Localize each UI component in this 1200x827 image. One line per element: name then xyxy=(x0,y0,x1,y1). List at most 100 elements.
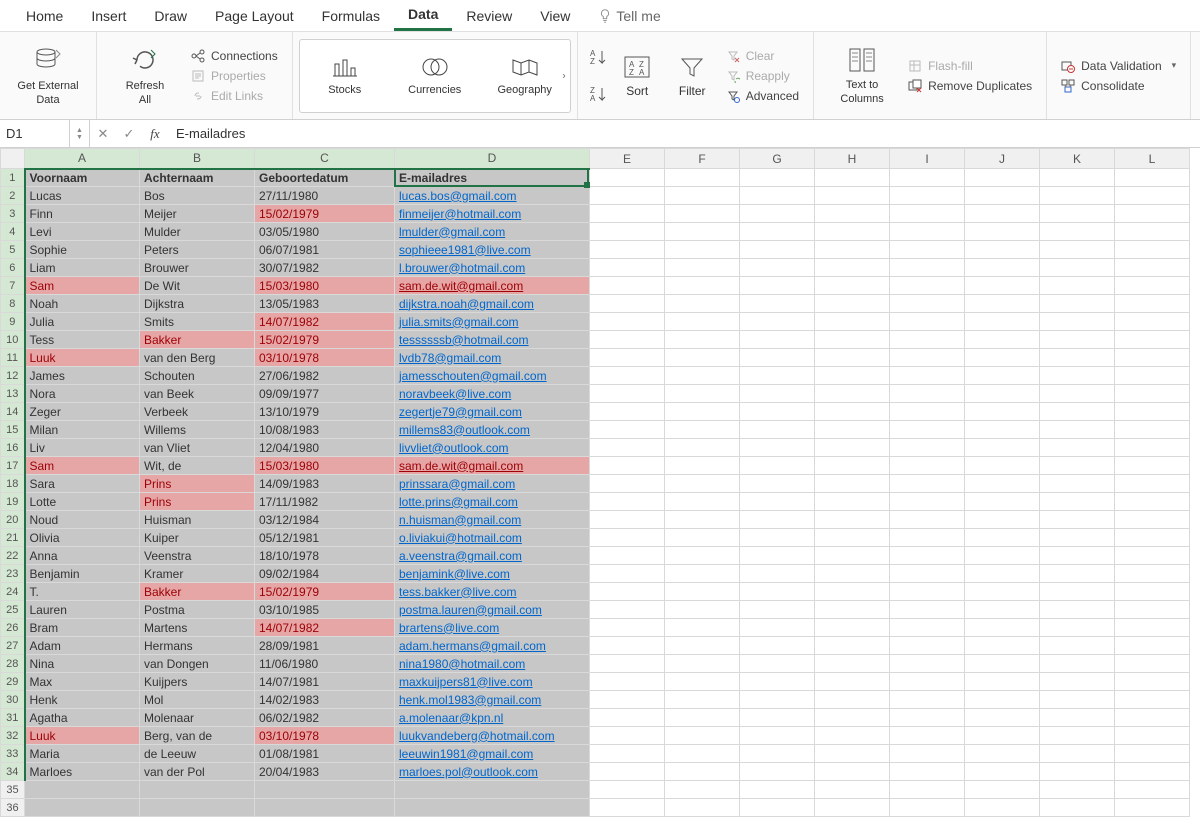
cell[interactable]: 06/07/1981 xyxy=(255,241,395,259)
cell[interactable]: Tess xyxy=(25,331,140,349)
row-header[interactable]: 11 xyxy=(1,349,25,367)
cell[interactable] xyxy=(890,205,965,223)
col-header-C[interactable]: C xyxy=(255,149,395,169)
cell[interactable] xyxy=(665,331,740,349)
cell[interactable] xyxy=(890,655,965,673)
cell[interactable] xyxy=(590,169,665,187)
email-link[interactable]: luukvandeberg@hotmail.com xyxy=(399,729,555,743)
cell[interactable]: De Wit xyxy=(140,277,255,295)
row-header[interactable]: 21 xyxy=(1,529,25,547)
cell[interactable]: Achternaam xyxy=(140,169,255,187)
cell[interactable] xyxy=(590,277,665,295)
row-header[interactable]: 29 xyxy=(1,673,25,691)
select-all-corner[interactable] xyxy=(1,149,25,169)
filter-button[interactable]: Filter xyxy=(665,36,720,116)
grid[interactable]: ABCDEFGHIJKL1VoornaamAchternaamGeboorted… xyxy=(0,148,1200,827)
cell[interactable] xyxy=(590,691,665,709)
cell[interactable]: Molenaar xyxy=(140,709,255,727)
cell[interactable]: Maria xyxy=(25,745,140,763)
data-validation-button[interactable]: Data Validation▾ xyxy=(1057,57,1180,75)
cancel-formula-icon[interactable]: ✕ xyxy=(90,126,116,142)
email-link[interactable]: nina1980@hotmail.com xyxy=(399,657,525,671)
cell[interactable]: 18/10/1978 xyxy=(255,547,395,565)
cell[interactable]: l.brouwer@hotmail.com xyxy=(395,259,590,277)
col-header-H[interactable]: H xyxy=(815,149,890,169)
cell[interactable]: henk.mol1983@gmail.com xyxy=(395,691,590,709)
cell[interactable]: Bakker xyxy=(140,331,255,349)
row-header[interactable]: 4 xyxy=(1,223,25,241)
cell[interactable] xyxy=(590,205,665,223)
cell[interactable]: sam.de.wit@gmail.com xyxy=(395,457,590,475)
cell[interactable] xyxy=(740,439,815,457)
cell[interactable] xyxy=(740,565,815,583)
cell[interactable] xyxy=(740,673,815,691)
cell[interactable] xyxy=(815,745,890,763)
cell[interactable] xyxy=(665,655,740,673)
cell[interactable] xyxy=(740,583,815,601)
cell[interactable]: Sophie xyxy=(25,241,140,259)
cell[interactable]: nina1980@hotmail.com xyxy=(395,655,590,673)
cell[interactable] xyxy=(665,583,740,601)
col-header-J[interactable]: J xyxy=(965,149,1040,169)
cell[interactable]: Olivia xyxy=(25,529,140,547)
cell[interactable] xyxy=(965,673,1040,691)
cell[interactable] xyxy=(665,313,740,331)
email-link[interactable]: dijkstra.noah@gmail.com xyxy=(399,297,534,311)
cell[interactable]: Prins xyxy=(140,475,255,493)
cell[interactable] xyxy=(890,709,965,727)
cell[interactable] xyxy=(1115,403,1190,421)
tab-view[interactable]: View xyxy=(526,2,584,30)
cell[interactable] xyxy=(965,403,1040,421)
cell[interactable]: Luuk xyxy=(25,349,140,367)
cell[interactable] xyxy=(815,727,890,745)
cell[interactable] xyxy=(740,421,815,439)
row-header[interactable]: 17 xyxy=(1,457,25,475)
cell[interactable] xyxy=(740,529,815,547)
col-header-E[interactable]: E xyxy=(590,149,665,169)
cell[interactable]: Liam xyxy=(25,259,140,277)
cell[interactable] xyxy=(590,763,665,781)
row-header[interactable]: 1 xyxy=(1,169,25,187)
row-header[interactable]: 5 xyxy=(1,241,25,259)
cell[interactable] xyxy=(890,223,965,241)
cell[interactable]: noravbeek@live.com xyxy=(395,385,590,403)
cell[interactable] xyxy=(140,781,255,799)
cell[interactable] xyxy=(1040,313,1115,331)
cell[interactable]: finmeijer@hotmail.com xyxy=(395,205,590,223)
cell[interactable] xyxy=(1040,493,1115,511)
email-link[interactable]: lvdb78@gmail.com xyxy=(399,351,501,365)
cell[interactable] xyxy=(740,601,815,619)
cell[interactable] xyxy=(890,313,965,331)
cell[interactable] xyxy=(665,547,740,565)
cell[interactable]: 13/05/1983 xyxy=(255,295,395,313)
tab-formulas[interactable]: Formulas xyxy=(308,2,394,30)
cell[interactable] xyxy=(665,709,740,727)
cell[interactable]: 14/02/1983 xyxy=(255,691,395,709)
cell[interactable]: Milan xyxy=(25,421,140,439)
cell[interactable] xyxy=(740,367,815,385)
cell[interactable]: Dijkstra xyxy=(140,295,255,313)
col-header-G[interactable]: G xyxy=(740,149,815,169)
cell[interactable] xyxy=(965,331,1040,349)
cell[interactable]: benjamink@live.com xyxy=(395,565,590,583)
cell[interactable]: 30/07/1982 xyxy=(255,259,395,277)
cell[interactable]: 15/02/1979 xyxy=(255,331,395,349)
cell[interactable] xyxy=(1040,745,1115,763)
cell[interactable] xyxy=(1115,241,1190,259)
cell[interactable] xyxy=(815,565,890,583)
col-header-F[interactable]: F xyxy=(665,149,740,169)
email-link[interactable]: benjamink@live.com xyxy=(399,567,510,581)
cell[interactable] xyxy=(590,745,665,763)
email-link[interactable]: lmulder@gmail.com xyxy=(399,225,505,239)
row-header[interactable]: 20 xyxy=(1,511,25,529)
cell[interactable]: Henk xyxy=(25,691,140,709)
cell[interactable] xyxy=(815,367,890,385)
cell[interactable] xyxy=(1040,475,1115,493)
cell[interactable] xyxy=(1040,709,1115,727)
cell[interactable] xyxy=(1115,439,1190,457)
cell[interactable] xyxy=(890,457,965,475)
cell[interactable] xyxy=(665,511,740,529)
cell[interactable]: Lauren xyxy=(25,601,140,619)
stocks-button[interactable]: Stocks xyxy=(300,40,390,112)
cell[interactable] xyxy=(965,691,1040,709)
